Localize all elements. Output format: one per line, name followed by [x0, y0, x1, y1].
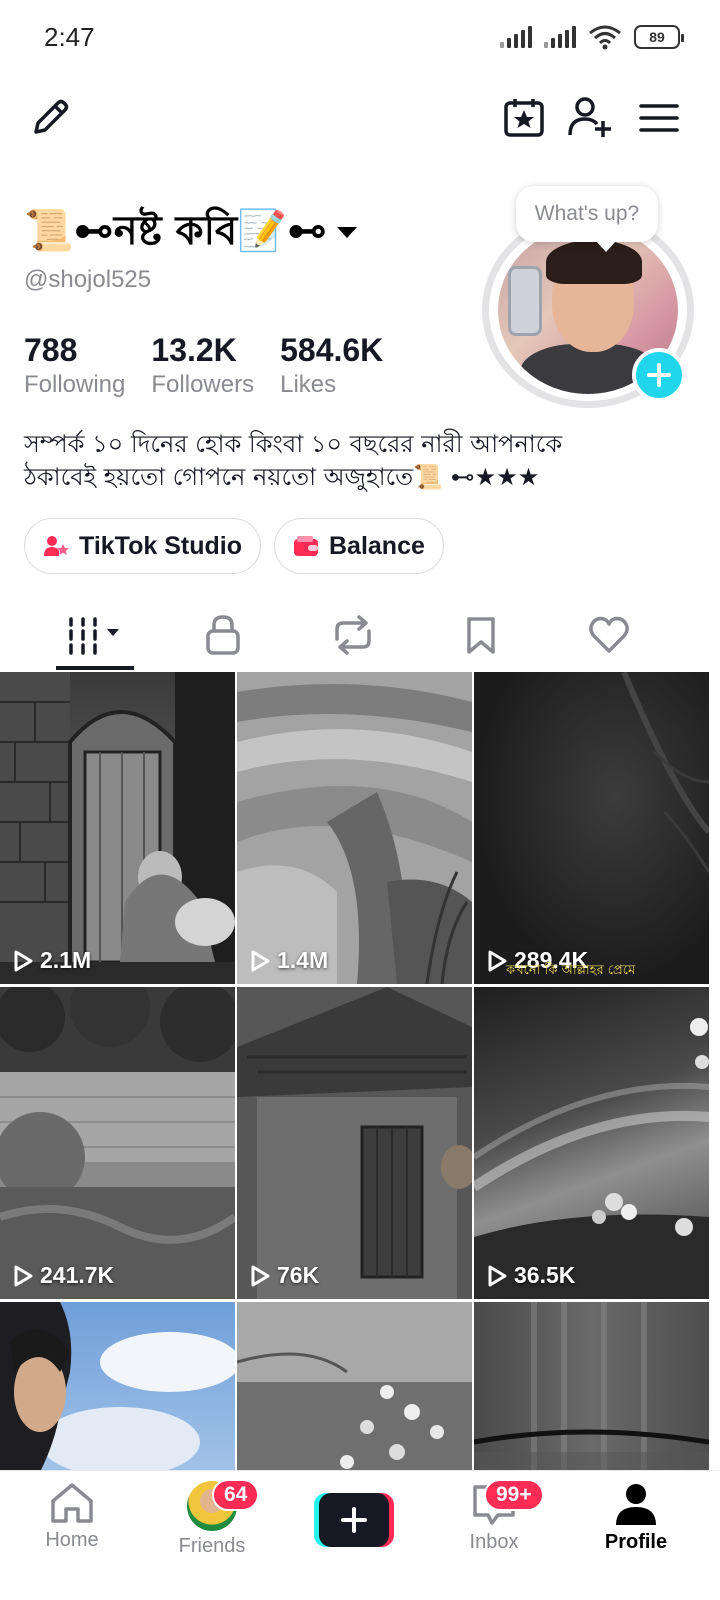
balance-label: Balance [329, 531, 425, 560]
plus-icon [647, 363, 671, 387]
tab-liked[interactable] [544, 600, 674, 670]
thumbnail-art [0, 672, 235, 984]
bio: সম্পর্ক ১০ দিনের হোক কিংবা ১০ বছরের নারী… [24, 428, 664, 494]
video-grid: 2.1M 1.4M 289.4K কখনো কি আল্লাহর প্রেমে … [0, 672, 720, 1600]
pencil-icon[interactable] [24, 90, 76, 146]
nav-inbox[interactable]: Inbox 99+ [434, 1479, 554, 1554]
video-thumbnail[interactable]: 2.1M [0, 672, 235, 984]
stat-label: Likes [280, 371, 337, 398]
view-count-text: 76K [277, 1262, 320, 1288]
stat-value: 13.2K [151, 332, 237, 368]
video-thumbnail[interactable]: 76K [237, 987, 472, 1299]
thumbnail-art [237, 987, 472, 1299]
play-icon [14, 950, 33, 971]
caret-down-icon[interactable] [337, 226, 358, 238]
signal-icon [500, 26, 532, 48]
view-count: 76K [249, 1262, 319, 1289]
create-button[interactable] [314, 1493, 394, 1547]
view-count-text: 1.4M [277, 947, 329, 973]
nav-profile-label: Profile [604, 1531, 668, 1553]
view-count: 1.4M [249, 947, 328, 974]
profile-icon [616, 1484, 656, 1525]
nav-home-label: Home [45, 1529, 99, 1551]
view-count-text: 2.1M [40, 947, 92, 973]
avatar-photo-phone [508, 266, 542, 336]
view-count: 2.1M [12, 947, 91, 974]
view-count-text: 36.5K [514, 1262, 576, 1288]
home-icon [51, 1483, 93, 1523]
bio-line: ঠকাবেই হয়তো গোপনে নয়তো অজুহাতে📜 ⊷★★★ [24, 463, 540, 491]
play-icon [488, 1265, 507, 1286]
studio-icon [44, 536, 69, 556]
view-count-text: 241.7K [40, 1262, 115, 1288]
tiktok-studio-button[interactable]: TikTok Studio [24, 518, 261, 574]
video-caption: কখনো কি আল্লাহর প্রেমে [506, 963, 636, 978]
bio-line: সম্পর্ক ১০ দিনের হোক কিংবা ১০ বছরের নারী… [24, 430, 563, 458]
nav-inbox-label: Inbox [469, 1531, 519, 1553]
whats-up-bubble[interactable]: What's up? [516, 186, 658, 252]
view-count: 36.5K [486, 1262, 575, 1289]
nickname-row[interactable]: 📜⊷নষ্ট কবি📝⊷ [24, 202, 358, 262]
stat-likes[interactable]: 584.6K Likes [280, 332, 383, 399]
signal-icon [544, 26, 576, 48]
video-thumbnail[interactable]: 1.4M [237, 672, 472, 984]
active-tab-indicator [56, 666, 134, 670]
stat-followers[interactable]: 13.2K Followers [151, 332, 254, 399]
tab-reposts[interactable] [288, 600, 418, 670]
heart-icon [589, 616, 629, 653]
grid-icon [69, 617, 119, 655]
add-story-button[interactable] [632, 348, 686, 402]
view-count: 241.7K [12, 1262, 114, 1289]
tiktok-studio-label: TikTok Studio [79, 531, 242, 560]
stat-value: 584.6K [280, 332, 384, 368]
add-user-icon[interactable] [564, 90, 618, 146]
repost-icon [335, 615, 371, 655]
stat-label: Following [24, 371, 126, 398]
tab-private[interactable] [158, 600, 288, 670]
profile-stats: 788 Following 13.2K Followers 584.6K Lik… [24, 332, 383, 399]
play-icon [251, 1265, 270, 1286]
menu-icon[interactable] [634, 90, 684, 146]
friends-badge: 64 [212, 1479, 260, 1511]
wifi-icon [589, 25, 621, 50]
stat-value: 788 [24, 332, 78, 368]
username: @shojol525 [24, 266, 152, 293]
play-icon [251, 950, 270, 971]
bookmark-icon [467, 617, 495, 654]
calendar-star-icon[interactable] [498, 90, 550, 146]
thumbnail-art [621, 672, 709, 873]
status-bar: 2:47 89 [0, 0, 720, 78]
avatar-photo-hair [546, 240, 642, 284]
nav-home[interactable]: Home [12, 1481, 132, 1552]
thumbnail-art [474, 1018, 709, 1299]
play-icon [14, 1265, 33, 1286]
wallet-icon [294, 536, 318, 556]
inbox-badge: 99+ [484, 1479, 544, 1511]
profile-tabs [0, 600, 720, 672]
battery-icon: 89 [634, 25, 684, 49]
create-face [319, 1493, 389, 1547]
nav-friends-label: Friends [178, 1535, 246, 1557]
plus-icon [341, 1507, 367, 1533]
stat-following[interactable]: 788 Following [24, 332, 125, 399]
lock-icon [206, 615, 240, 655]
balance-button[interactable]: Balance [274, 518, 444, 574]
video-thumbnail[interactable]: 36.5K [474, 987, 709, 1299]
nav-profile[interactable]: Profile [576, 1481, 696, 1554]
tab-videos[interactable] [30, 600, 160, 670]
stat-label: Followers [151, 371, 255, 398]
video-thumbnail[interactable]: 241.7K [0, 987, 235, 1299]
status-icons: 89 [500, 24, 684, 50]
status-time: 2:47 [44, 22, 95, 52]
thumbnail-art [0, 987, 235, 1299]
nav-friends[interactable]: Friends 64 [152, 1479, 272, 1558]
profile-topbar [0, 90, 720, 150]
play-icon [488, 950, 507, 971]
tab-favorites[interactable] [416, 600, 546, 670]
bottom-navigation: Home Friends 64 Inbox 99+ Profile [0, 1470, 720, 1600]
thumbnail-art [237, 672, 472, 984]
video-thumbnail[interactable]: 289.4K কখনো কি আল্লাহর প্রেমে [474, 672, 709, 984]
nickname: 📜⊷নষ্ট কবি📝⊷ [24, 207, 328, 254]
